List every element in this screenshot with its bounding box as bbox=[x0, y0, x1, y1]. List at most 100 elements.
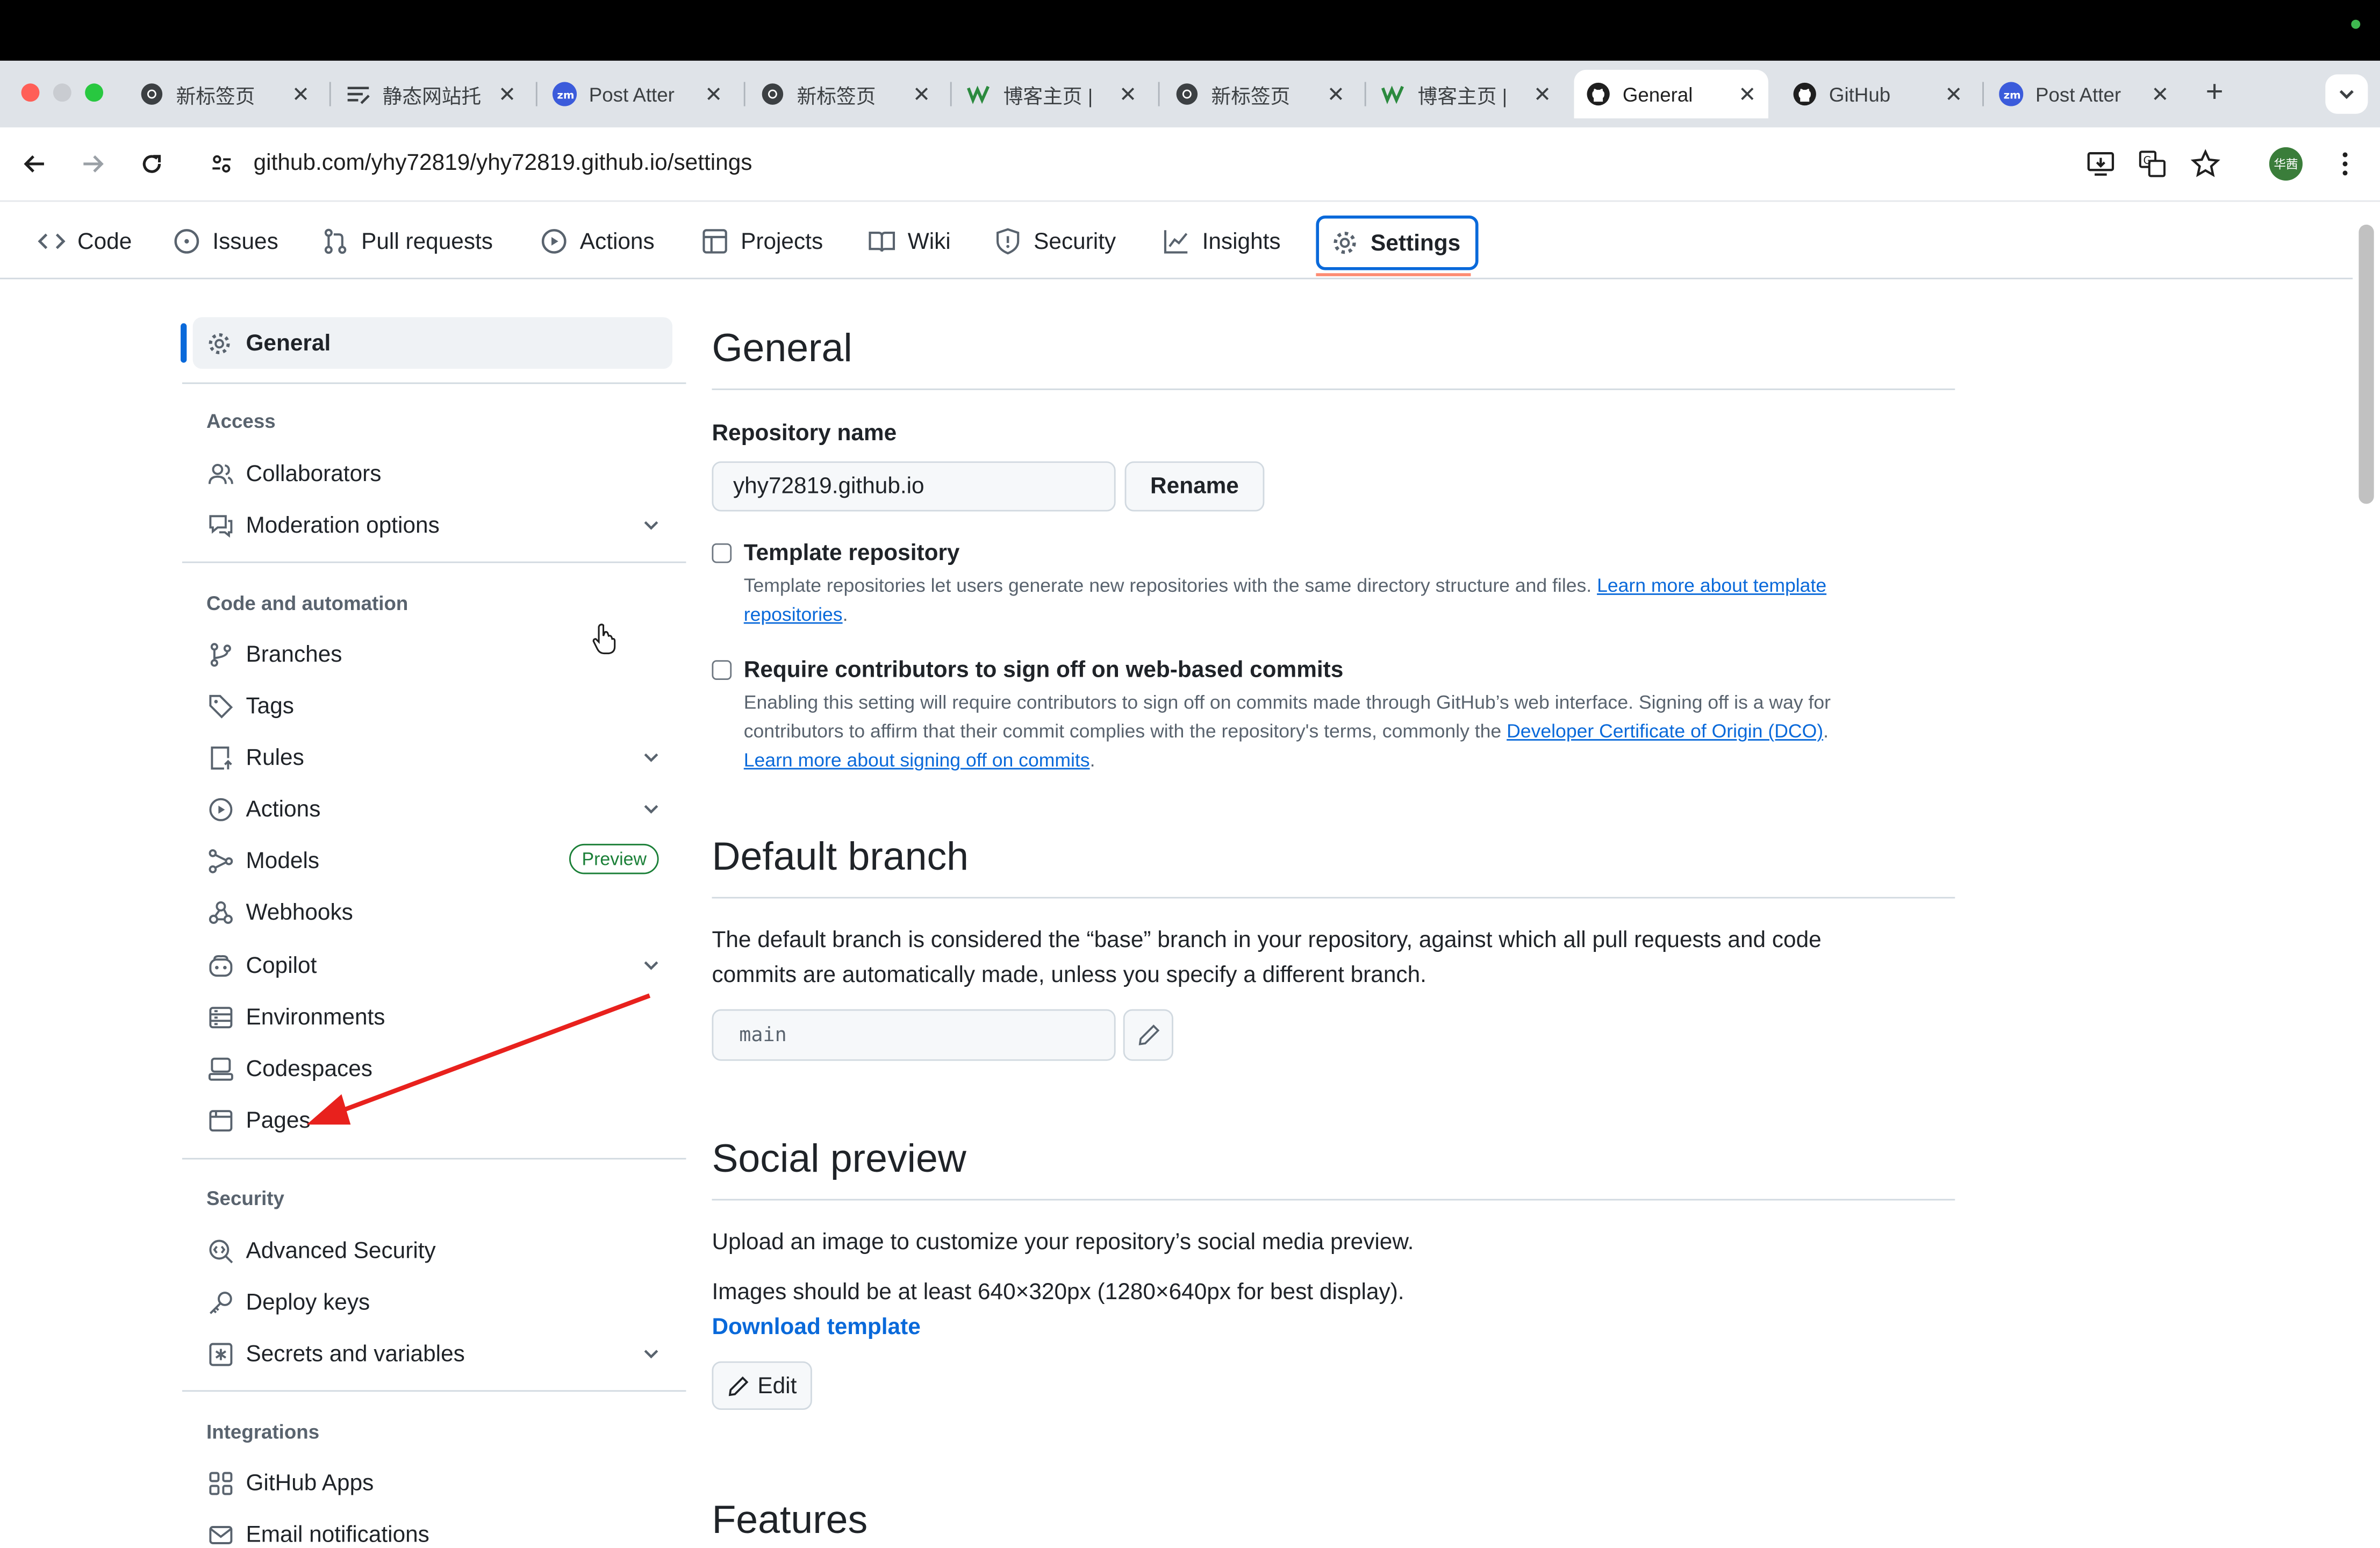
close-tab-icon[interactable]: ✕ bbox=[705, 82, 722, 108]
sidebar-item-moderation-options[interactable]: Moderation options bbox=[206, 504, 668, 546]
translate-button[interactable]: G bbox=[2134, 146, 2171, 182]
chevron-down-icon bbox=[644, 753, 658, 762]
browser-tab[interactable]: zm Post Atter ✕ bbox=[540, 70, 734, 118]
close-tab-icon[interactable]: ✕ bbox=[292, 82, 310, 108]
github-icon bbox=[1793, 82, 1817, 106]
chevron-down-icon bbox=[644, 961, 658, 970]
sidebar-item-general[interactable]: General bbox=[192, 317, 673, 369]
edit-default-branch-button[interactable] bbox=[1123, 1009, 1173, 1061]
repo-tab-wiki[interactable]: Wiki bbox=[868, 223, 951, 260]
close-tab-icon[interactable]: ✕ bbox=[498, 82, 516, 108]
close-tab-icon[interactable]: ✕ bbox=[1738, 82, 1756, 108]
reload-button[interactable] bbox=[134, 146, 170, 182]
sidebar-item-advanced-security[interactable]: Advanced Security bbox=[206, 1229, 668, 1272]
sidebar-item-email-notifications[interactable]: Email notifications bbox=[206, 1513, 668, 1548]
close-tab-icon[interactable]: ✕ bbox=[1119, 82, 1137, 108]
people-icon bbox=[207, 463, 233, 484]
tab-search-button[interactable] bbox=[2325, 74, 2368, 114]
chevron-down-icon bbox=[644, 521, 658, 530]
arrow-right-icon bbox=[83, 155, 104, 173]
sidebar-item-rules[interactable]: Rules bbox=[206, 736, 668, 778]
browser-menu-button[interactable] bbox=[2327, 146, 2363, 182]
browser-tab[interactable]: 静态网站托 ✕ bbox=[334, 70, 528, 118]
sidebar-item-copilot[interactable]: Copilot bbox=[206, 944, 668, 986]
close-tab-icon[interactable]: ✕ bbox=[1945, 82, 1962, 108]
require-signoff-note: Enabling this setting will require contr… bbox=[743, 692, 1831, 771]
browser-tab[interactable]: zm Post Atter ✕ bbox=[1987, 70, 2181, 118]
reload-icon bbox=[142, 155, 161, 173]
minimize-window-button[interactable] bbox=[53, 83, 71, 102]
rename-button[interactable]: Rename bbox=[1124, 461, 1265, 512]
close-tab-icon[interactable]: ✕ bbox=[913, 82, 930, 108]
browser-tab-title: Post Atter bbox=[2035, 82, 2121, 106]
require-signoff-checkbox[interactable] bbox=[712, 660, 732, 680]
repo-tab-actions[interactable]: Actions bbox=[540, 223, 655, 260]
shield-icon bbox=[996, 228, 1020, 255]
forward-button[interactable] bbox=[74, 146, 111, 182]
chevron-down-icon bbox=[644, 1350, 658, 1359]
template-learn-more-link-cont[interactable]: repositories bbox=[744, 604, 843, 626]
back-button[interactable] bbox=[17, 146, 53, 182]
status-dot bbox=[2351, 19, 2361, 29]
gear-icon bbox=[209, 332, 230, 354]
key-icon bbox=[209, 1291, 232, 1314]
require-signoff-label: Require contributors to sign off on web-… bbox=[743, 657, 1344, 683]
sidebar-item-github-apps[interactable]: GitHub Apps bbox=[206, 1461, 668, 1504]
repo-tab-insights[interactable]: Insights bbox=[1163, 223, 1281, 260]
sidebar-item-collaborators[interactable]: Collaborators bbox=[206, 452, 668, 494]
w-icon bbox=[967, 82, 991, 106]
browser-tab[interactable]: General ✕ bbox=[1574, 69, 1768, 119]
sidebar-item-codespaces[interactable]: Codespaces bbox=[206, 1047, 668, 1090]
edit-social-preview-button[interactable]: Edit bbox=[712, 1361, 812, 1410]
close-tab-icon[interactable]: ✕ bbox=[1533, 82, 1551, 108]
sidebar-item-environments[interactable]: Environments bbox=[206, 995, 668, 1038]
profile-avatar[interactable]: 华茜 bbox=[2269, 147, 2303, 181]
sidebar-item-webhooks[interactable]: Webhooks bbox=[206, 891, 668, 933]
sidebar-item-secrets-and-variables[interactable]: Secrets and variables bbox=[206, 1332, 668, 1375]
tab-separator bbox=[1982, 82, 1984, 106]
new-tab-button[interactable]: + bbox=[2199, 76, 2230, 109]
browser-tab[interactable]: 博客主页 | ✕ bbox=[1369, 70, 1563, 118]
dco-link[interactable]: Developer Certificate of Origin (DCO) bbox=[1507, 721, 1823, 742]
install-app-button[interactable] bbox=[2083, 146, 2119, 182]
repo-tab-issues[interactable]: Issues bbox=[173, 223, 278, 260]
close-window-button[interactable] bbox=[21, 83, 40, 102]
repo-tab-code[interactable]: Code bbox=[38, 223, 132, 260]
maximize-window-button[interactable] bbox=[85, 83, 104, 102]
sidebar-item-deploy-keys[interactable]: Deploy keys bbox=[206, 1281, 668, 1323]
social-preview-heading: Social preview bbox=[712, 1135, 966, 1181]
browser-tab[interactable]: 新标签页 ✕ bbox=[748, 70, 942, 118]
repository-name-input[interactable]: yhy72819.github.io bbox=[712, 461, 1116, 512]
sidebar-item-actions[interactable]: Actions bbox=[206, 787, 668, 830]
sidebar-item-models[interactable]: Models Preview bbox=[206, 839, 668, 882]
close-tab-icon[interactable]: ✕ bbox=[1327, 82, 1345, 108]
repo-tab-security[interactable]: Security bbox=[994, 223, 1116, 260]
browser-tab[interactable]: 新标签页 ✕ bbox=[1163, 70, 1357, 118]
tab-separator bbox=[743, 82, 745, 106]
sidebar-item-label: Rules bbox=[246, 744, 304, 770]
sidebar-item-tags[interactable]: Tags bbox=[206, 684, 668, 727]
repo-tab-pull-requests[interactable]: Pull requests bbox=[322, 223, 493, 260]
template-learn-more-link[interactable]: Learn more about template bbox=[1597, 575, 1826, 597]
site-info-icon[interactable] bbox=[210, 152, 234, 176]
browser-tab-title: 新标签页 bbox=[797, 84, 876, 108]
url-text: github.com/yhy72819/yhy72819.github.io/s… bbox=[253, 150, 752, 176]
bookmark-button[interactable] bbox=[2187, 146, 2224, 182]
close-tab-icon[interactable]: ✕ bbox=[2151, 82, 2169, 108]
browser-tab[interactable]: 博客主页 | ✕ bbox=[955, 70, 1149, 118]
page-scrollbar-thumb[interactable] bbox=[2359, 224, 2374, 504]
template-repository-checkbox[interactable] bbox=[712, 543, 732, 563]
browser-tab[interactable]: GitHub ✕ bbox=[1781, 70, 1975, 118]
repo-tab-settings[interactable]: Settings bbox=[1316, 215, 1479, 270]
browser-tab-title: 静态网站托 bbox=[382, 84, 482, 108]
star-icon bbox=[2190, 149, 2220, 177]
signoff-learn-more-link[interactable]: Learn more about signing off on commits bbox=[744, 750, 1090, 771]
sidebar-item-pages[interactable]: Pages bbox=[206, 1099, 668, 1141]
address-bar[interactable]: github.com/yhy72819/yhy72819.github.io/s… bbox=[197, 139, 2232, 189]
download-template-link[interactable]: Download template bbox=[712, 1314, 920, 1340]
pencil-icon bbox=[1138, 1024, 1159, 1045]
sidebar-item-label: Deploy keys bbox=[246, 1289, 370, 1315]
browser-tab[interactable]: 新标签页 ✕ bbox=[127, 70, 321, 118]
browser-tab-title: GitHub bbox=[1829, 82, 1891, 106]
repo-tab-projects[interactable]: Projects bbox=[701, 223, 823, 260]
